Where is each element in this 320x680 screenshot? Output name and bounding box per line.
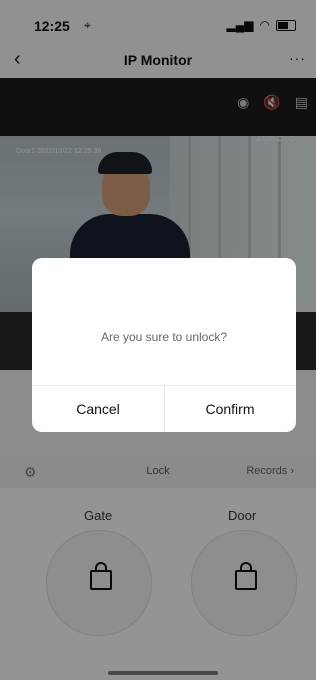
cancel-button[interactable]: Cancel — [32, 386, 164, 432]
unlock-confirm-dialog: Are you sure to unlock? Cancel Confirm — [32, 258, 296, 432]
ip-monitor-screen: 12:25 ⌖ ▂▄▆ ◠ ‹ IP Monitor ··· ◉ 🔇 ▤ 16K… — [0, 0, 316, 680]
confirm-button[interactable]: Confirm — [164, 386, 296, 432]
dialog-message: Are you sure to unlock? — [100, 330, 228, 344]
